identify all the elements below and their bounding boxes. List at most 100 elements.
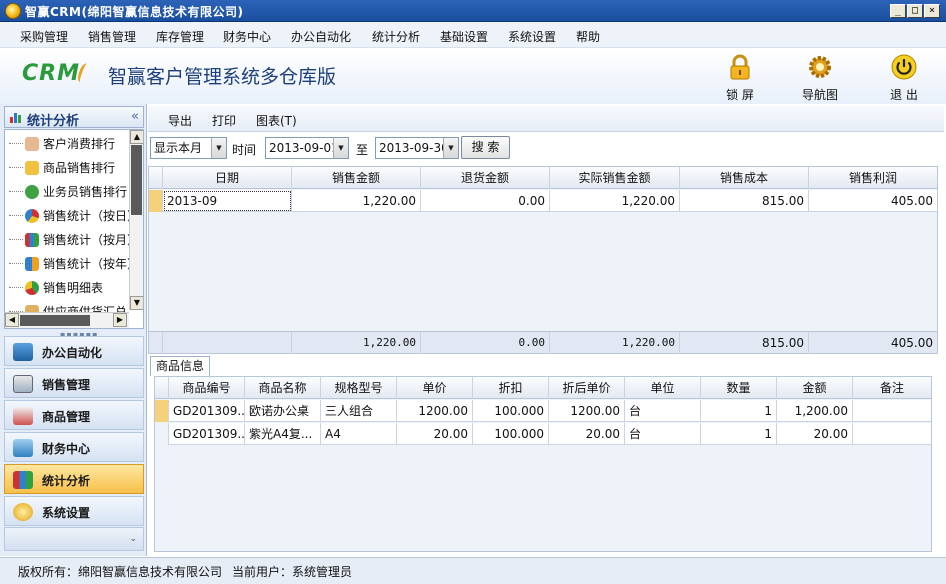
cell-profit[interactable]: 405.00 — [809, 190, 937, 212]
maximize-button[interactable]: □ — [907, 4, 923, 18]
row-indicator — [155, 423, 169, 445]
collapse-icon[interactable]: « — [131, 109, 139, 124]
bar-chart-icon — [13, 471, 33, 489]
column-header[interactable]: 退货金额 — [421, 167, 550, 189]
menu-inventory[interactable]: 库存管理 — [156, 28, 204, 45]
nav-sales[interactable]: 销售管理 — [4, 368, 144, 398]
column-header[interactable]: 备注 — [853, 377, 931, 399]
cell-cost[interactable]: 815.00 — [680, 190, 809, 212]
column-header[interactable]: 折扣 — [473, 377, 549, 399]
tree-item-customer-ranking[interactable]: 客户消费排行 — [9, 133, 115, 155]
status-bar: 版权所有：绵阳智赢信息技术有限公司 当前用户：系统管理员 — [0, 557, 946, 584]
nav-office[interactable]: 办公自动化 — [4, 336, 144, 366]
column-header[interactable]: 折后单价 — [549, 377, 625, 399]
search-button[interactable]: 搜 索 — [461, 136, 510, 159]
chart-button[interactable]: 图表(T) — [256, 112, 297, 129]
sales-summary-grid: 日期 销售金额 退货金额 实际销售金额 销售成本 销售利润 2013-09 1,… — [148, 166, 938, 354]
menu-sales[interactable]: 销售管理 — [88, 28, 136, 45]
tree-item-stats-monthly[interactable]: 销售统计（按月） — [9, 229, 139, 251]
totals-row: 1,220.00 0.00 1,220.00 815.00 405.00 — [149, 331, 937, 354]
column-header[interactable]: 数量 — [701, 377, 777, 399]
nav-finance[interactable]: 财务中心 — [4, 432, 144, 462]
filter-bar: 显示本月 ▼ 时间 2013-09-01 ▼ 至 2013-09-30 ▼ 搜 索 — [148, 134, 944, 162]
total-returns: 0.00 — [421, 332, 550, 354]
table-row[interactable]: GD201309... 欧诺办公桌 三人组合 1200.00 100.000 1… — [155, 400, 931, 422]
pie-chart-icon — [25, 281, 39, 295]
menu-office[interactable]: 办公自动化 — [291, 28, 351, 45]
nav-products[interactable]: 商品管理 — [4, 400, 144, 430]
tree-item-product-ranking[interactable]: 商品销售排行 — [9, 157, 115, 179]
time-label: 时间 — [232, 143, 257, 157]
scroll-thumb[interactable] — [131, 145, 142, 215]
table-row[interactable]: 2013-09 1,220.00 0.00 1,220.00 815.00 40… — [149, 190, 937, 212]
menu-help[interactable]: 帮助 — [576, 28, 600, 45]
crm-logo: CRM — [22, 61, 80, 86]
statistics-tree: 客户消费排行 商品销售排行 业务员销售排行 销售统计（按日） 销售统计（按月） … — [4, 129, 144, 329]
navigation-map-label: 导航图 — [801, 88, 838, 102]
nav-system-settings[interactable]: 系统设置 — [4, 496, 144, 526]
chevron-down-icon[interactable]: ▼ — [211, 138, 226, 158]
tree-item-stats-daily[interactable]: 销售统计（按日） — [9, 205, 139, 227]
menu-system-settings[interactable]: 系统设置 — [508, 28, 556, 45]
export-button[interactable]: 导出 — [168, 112, 192, 129]
close-button[interactable]: × — [924, 4, 940, 18]
h-scroll-thumb[interactable] — [20, 315, 90, 326]
chevron-down-icon[interactable]: ▼ — [443, 138, 458, 158]
report-toolbar: 导出 打印 图表(T) — [148, 106, 944, 132]
tree-vertical-scrollbar[interactable]: ▲ ▼ — [129, 130, 143, 310]
nav-overflow-chevron-icon[interactable]: ⌄ — [4, 527, 144, 551]
lock-screen-label: 锁 屏 — [726, 88, 754, 102]
start-date-picker[interactable]: 2013-09-01 ▼ — [265, 137, 349, 159]
cell-returns[interactable]: 0.00 — [421, 190, 550, 212]
column-header[interactable]: 销售成本 — [680, 167, 809, 189]
title-bar: 智赢CRM(绵阳智赢信息技术有限公司) _ □ × — [0, 0, 946, 22]
pie-icon — [25, 185, 39, 199]
column-header[interactable]: 实际销售金额 — [550, 167, 680, 189]
tree-horizontal-scrollbar[interactable]: ◀ ▶ — [5, 312, 129, 328]
cell-sales[interactable]: 1,220.00 — [292, 190, 421, 212]
to-label: 至 — [356, 143, 369, 157]
column-header[interactable]: 单位 — [625, 377, 701, 399]
window-title: 智赢CRM(绵阳智赢信息技术有限公司) — [25, 5, 244, 19]
scroll-up-icon[interactable]: ▲ — [130, 130, 143, 144]
column-header[interactable]: 商品编号 — [169, 377, 245, 399]
column-header[interactable]: 金额 — [777, 377, 853, 399]
menu-finance[interactable]: 财务中心 — [223, 28, 271, 45]
row-indicator — [149, 190, 163, 212]
tree-item-sales-detail[interactable]: 销售明细表 — [9, 277, 103, 299]
lock-screen-button[interactable]: 锁 屏 — [715, 52, 765, 102]
menu-statistics[interactable]: 统计分析 — [372, 28, 420, 45]
minimize-button[interactable]: _ — [890, 4, 906, 18]
menu-basic-settings[interactable]: 基础设置 — [440, 28, 488, 45]
app-icon — [5, 3, 21, 19]
print-button[interactable]: 打印 — [212, 112, 236, 129]
column-header[interactable]: 日期 — [163, 167, 292, 189]
navigation-map-button[interactable]: 导航图 — [795, 52, 845, 102]
exit-label: 退 出 — [890, 88, 918, 102]
tree-item-stats-yearly[interactable]: 销售统计（按年） — [9, 253, 139, 275]
column-header[interactable]: 规格型号 — [321, 377, 397, 399]
exit-button[interactable]: 退 出 — [879, 52, 929, 102]
chevron-down-icon[interactable]: ▼ — [333, 138, 348, 158]
nav-statistics[interactable]: 统计分析 — [4, 464, 144, 494]
column-header[interactable]: 单价 — [397, 377, 473, 399]
column-header[interactable]: 销售利润 — [809, 167, 937, 189]
scroll-down-icon[interactable]: ▼ — [130, 296, 143, 310]
finance-icon — [13, 439, 33, 457]
grid-header: 商品编号 商品名称 规格型号 单价 折扣 折后单价 单位 数量 金额 备注 — [155, 377, 931, 399]
table-row[interactable]: GD201309... 紫光A4复... A4 20.00 100.000 20… — [155, 423, 931, 445]
column-header[interactable]: 销售金额 — [292, 167, 421, 189]
menu-purchase[interactable]: 采购管理 — [20, 28, 68, 45]
column-chart-icon — [25, 257, 39, 271]
total-net-sales: 1,220.00 — [550, 332, 680, 354]
sidebar-title: 统计分析 — [27, 114, 80, 129]
period-select[interactable]: 显示本月 ▼ — [150, 137, 227, 159]
tree-item-salesman-ranking[interactable]: 业务员销售排行 — [9, 181, 127, 203]
tab-product-info[interactable]: 商品信息 — [150, 356, 210, 376]
scroll-left-icon[interactable]: ◀ — [5, 313, 19, 327]
cell-date[interactable]: 2013-09 — [163, 190, 292, 212]
column-header[interactable]: 商品名称 — [245, 377, 321, 399]
end-date-picker[interactable]: 2013-09-30 ▼ — [375, 137, 459, 159]
scroll-right-icon[interactable]: ▶ — [113, 313, 127, 327]
cell-net-sales[interactable]: 1,220.00 — [550, 190, 680, 212]
